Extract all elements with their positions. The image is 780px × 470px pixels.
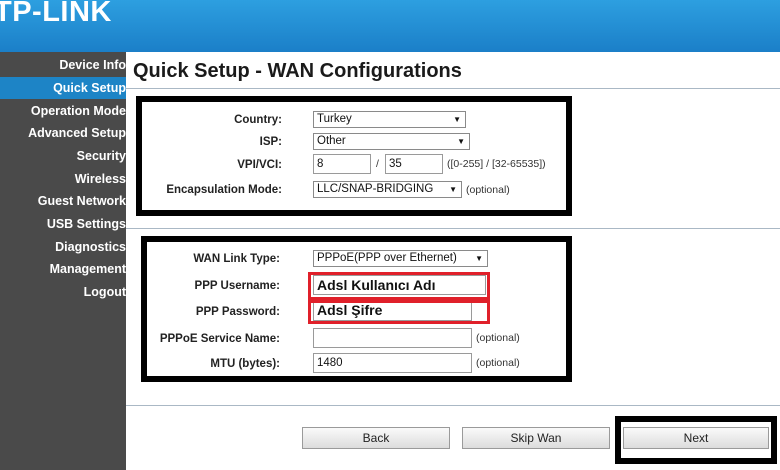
back-button[interactable]: Back xyxy=(302,427,450,449)
isp-value: Other xyxy=(317,135,346,147)
vpivci-hint: ([0-255] / [32-65535]) xyxy=(447,158,546,170)
vpivci-separator: / xyxy=(376,158,379,170)
sidebar-item-diagnostics[interactable]: Diagnostics xyxy=(0,236,126,258)
divider xyxy=(126,405,780,406)
chevron-down-icon: ▼ xyxy=(457,137,465,146)
encapsulation-value: LLC/SNAP-BRIDGING xyxy=(317,183,434,195)
vpi-field[interactable]: 8 xyxy=(313,154,371,174)
sidebar-item-logout[interactable]: Logout xyxy=(0,281,126,303)
ppp-password-label: PPP Password: xyxy=(195,306,280,318)
main-content: Quick Setup - WAN Configurations Country… xyxy=(126,52,780,470)
encapsulation-select[interactable]: LLC/SNAP-BRIDGING ▼ xyxy=(313,181,462,198)
ppp-username-label: PPP Username: xyxy=(194,280,280,292)
pppoe-service-field[interactable] xyxy=(313,328,472,348)
skip-wan-button[interactable]: Skip Wan xyxy=(462,427,610,449)
wan-link-type-value: PPPoE(PPP over Ethernet) xyxy=(317,252,457,264)
pppoe-service-optional: (optional) xyxy=(476,332,520,344)
sidebar-item-management[interactable]: Management xyxy=(0,258,126,280)
isp-select[interactable]: Other ▼ xyxy=(313,133,470,150)
mtu-field[interactable]: 1480 xyxy=(313,353,472,373)
sidebar-item-quick-setup[interactable]: Quick Setup xyxy=(0,77,126,99)
pppoe-service-label: PPPoE Service Name: xyxy=(159,333,280,345)
divider xyxy=(126,88,780,89)
country-label: Country: xyxy=(234,114,282,126)
sidebar-item-operation-mode[interactable]: Operation Mode xyxy=(0,100,126,122)
country-select[interactable]: Turkey ▼ xyxy=(313,111,466,128)
divider xyxy=(126,228,780,229)
country-value: Turkey xyxy=(317,113,352,125)
sidebar-item-guest-network[interactable]: Guest Network xyxy=(0,190,126,212)
brand-logo: TP-LINK xyxy=(0,0,112,28)
sidebar-item-wireless[interactable]: Wireless xyxy=(0,168,126,190)
chevron-down-icon: ▼ xyxy=(449,185,457,194)
sidebar-item-advanced-setup[interactable]: Advanced Setup xyxy=(0,122,126,144)
page-title: Quick Setup - WAN Configurations xyxy=(133,60,462,82)
sidebar-item-usb-settings[interactable]: USB Settings xyxy=(0,213,126,235)
header-bar: TP-LINK xyxy=(0,0,780,52)
sidebar-item-device-info[interactable]: Device Info xyxy=(0,54,126,76)
ppp-username-value: Adsl Kullanıcı Adı xyxy=(317,277,436,293)
chevron-down-icon: ▼ xyxy=(453,115,461,124)
vpivci-label: VPI/VCI: xyxy=(237,159,282,171)
vci-field[interactable]: 35 xyxy=(385,154,443,174)
next-button[interactable]: Next xyxy=(623,427,769,449)
ppp-password-value: Adsl Şifre xyxy=(317,302,383,318)
mtu-optional: (optional) xyxy=(476,357,520,369)
wan-link-type-label: WAN Link Type: xyxy=(193,253,280,265)
sidebar-item-security[interactable]: Security xyxy=(0,145,126,167)
chevron-down-icon: ▼ xyxy=(475,254,483,263)
isp-label: ISP: xyxy=(259,136,282,148)
wan-link-type-select[interactable]: PPPoE(PPP over Ethernet) ▼ xyxy=(313,250,488,267)
mtu-label: MTU (bytes): xyxy=(210,358,280,370)
encapsulation-optional: (optional) xyxy=(466,184,510,196)
sidebar: Device Info Quick Setup Operation Mode A… xyxy=(0,52,126,470)
encapsulation-label: Encapsulation Mode: xyxy=(166,184,282,196)
